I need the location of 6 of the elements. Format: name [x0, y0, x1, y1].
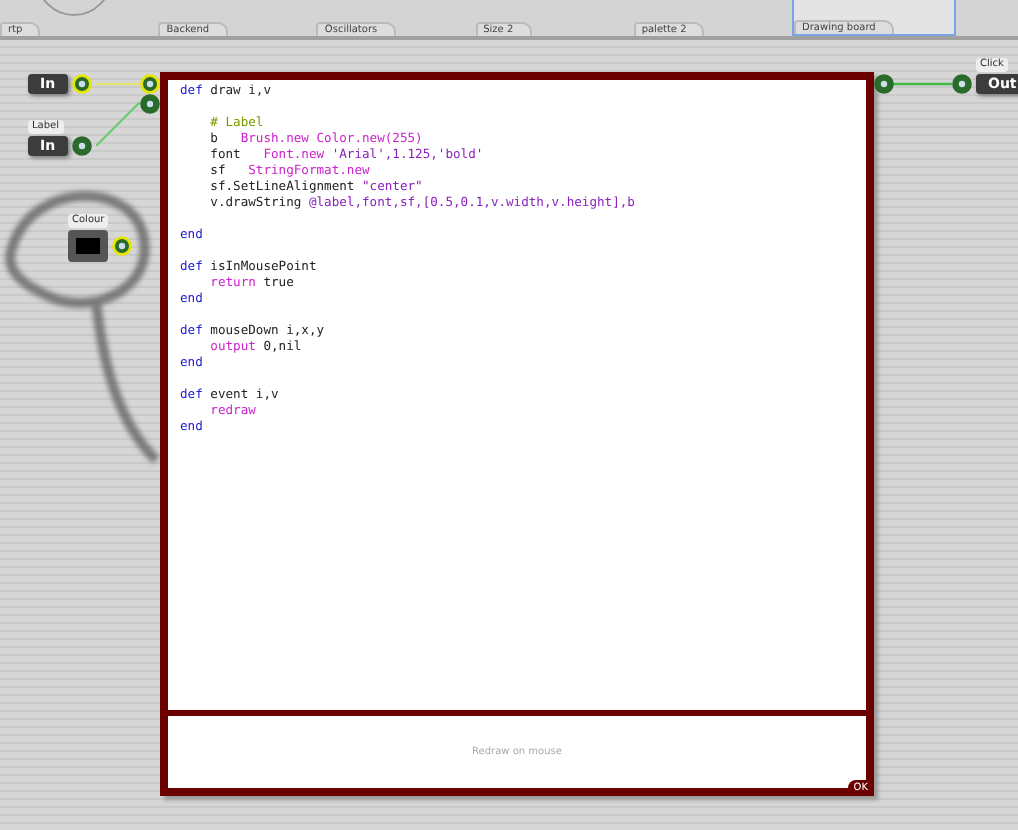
wire	[96, 82, 140, 86]
wire	[96, 102, 140, 146]
port-icon[interactable]	[874, 74, 894, 94]
colour-node[interactable]	[68, 230, 108, 262]
port-icon[interactable]	[71, 136, 92, 156]
port-icon[interactable]	[952, 74, 972, 94]
